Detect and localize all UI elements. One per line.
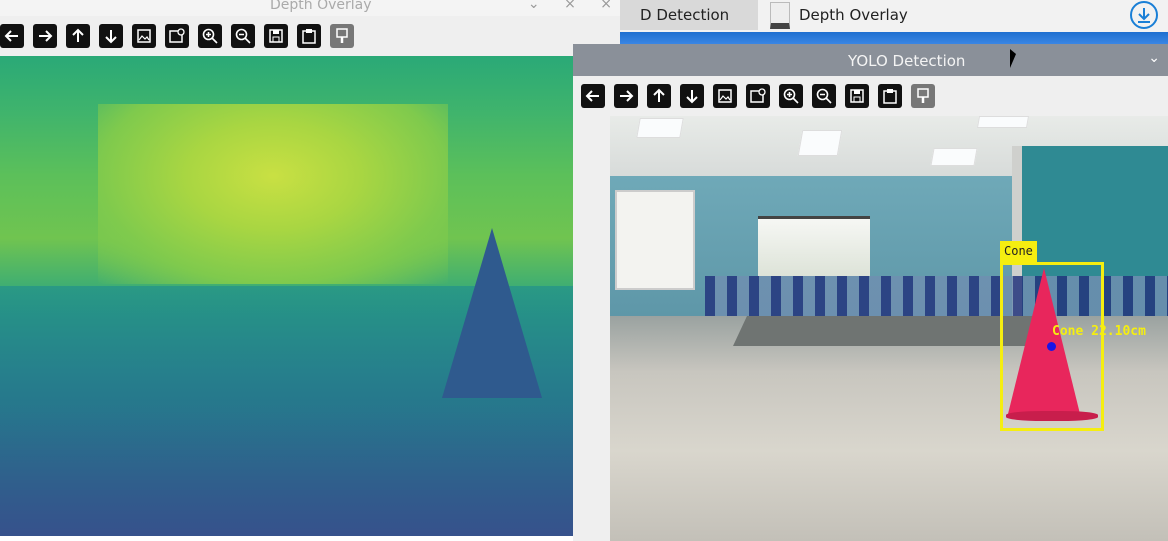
depth-toolbar <box>0 24 354 48</box>
image-settings-icon[interactable] <box>746 84 770 108</box>
arrow-up-icon[interactable] <box>647 84 671 108</box>
room-window <box>758 216 870 276</box>
clipboard-icon[interactable] <box>297 24 321 48</box>
yolo-window-titlebar[interactable]: YOLO Detection ⌄ <box>573 44 1168 76</box>
clipboard-icon[interactable] <box>878 84 902 108</box>
ceiling-light <box>930 148 978 166</box>
taskbar-item-label: Depth Overlay <box>799 6 908 24</box>
arrow-down-icon[interactable] <box>99 24 123 48</box>
brush-icon[interactable] <box>911 84 935 108</box>
detection-distance-label: Cone 22.10cm <box>1052 324 1146 339</box>
depth-cone-silhouette <box>442 228 542 398</box>
depth-map-image <box>0 56 573 536</box>
window-app-icon <box>770 2 790 29</box>
depth-window-controls[interactable]: ⌄ × × <box>528 0 622 12</box>
depth-overlay-window: Depth Overlay ⌄ × × <box>0 0 630 541</box>
image-settings-icon[interactable] <box>165 24 189 48</box>
depth-window-title: Depth Overlay <box>270 0 372 13</box>
arrow-right-icon[interactable] <box>33 24 57 48</box>
arrow-up-icon[interactable] <box>66 24 90 48</box>
taskbar-item-depth-overlay[interactable]: Depth Overlay <box>762 0 1062 30</box>
yolo-image-margin <box>573 116 610 541</box>
depth-window-titlebar[interactable]: Depth Overlay ⌄ × × <box>0 0 630 16</box>
ceiling-light <box>797 130 843 156</box>
yolo-camera-image: Cone Cone 22.10cm <box>610 116 1168 541</box>
arrow-down-icon[interactable] <box>680 84 704 108</box>
depth-window-bottom-edge <box>0 536 573 541</box>
yolo-window-title: YOLO Detection <box>848 52 966 70</box>
zoom-out-icon[interactable] <box>812 84 836 108</box>
save-icon[interactable] <box>845 84 869 108</box>
brush-icon[interactable] <box>330 24 354 48</box>
image-icon[interactable] <box>132 24 156 48</box>
arrow-right-icon[interactable] <box>614 84 638 108</box>
yolo-toolbar <box>581 84 935 108</box>
detection-class-label: Cone <box>1000 241 1037 262</box>
taskbar-item-label: D Detection <box>640 6 730 24</box>
image-icon[interactable] <box>713 84 737 108</box>
mouse-cursor <box>1010 49 1016 68</box>
zoom-in-icon[interactable] <box>198 24 222 48</box>
chevron-down-icon[interactable]: ⌄ <box>1148 50 1160 66</box>
zoom-out-icon[interactable] <box>231 24 255 48</box>
ceiling-light <box>976 116 1030 128</box>
taskbar: D Detection Depth Overlay <box>620 0 1168 44</box>
arrow-left-icon[interactable] <box>0 24 24 48</box>
taskbar-item-yolo-detection[interactable]: D Detection <box>620 0 758 30</box>
whiteboard <box>615 190 695 290</box>
depth-near-region <box>98 104 448 284</box>
arrow-left-icon[interactable] <box>581 84 605 108</box>
yolo-detection-window: YOLO Detection ⌄ Cone Cone 22.10cm <box>573 44 1168 541</box>
save-icon[interactable] <box>264 24 288 48</box>
download-icon[interactable] <box>1130 1 1158 29</box>
zoom-in-icon[interactable] <box>779 84 803 108</box>
detection-center-point <box>1047 342 1056 351</box>
taskbar-accent-strip <box>620 32 1168 44</box>
ceiling-light <box>636 118 684 138</box>
